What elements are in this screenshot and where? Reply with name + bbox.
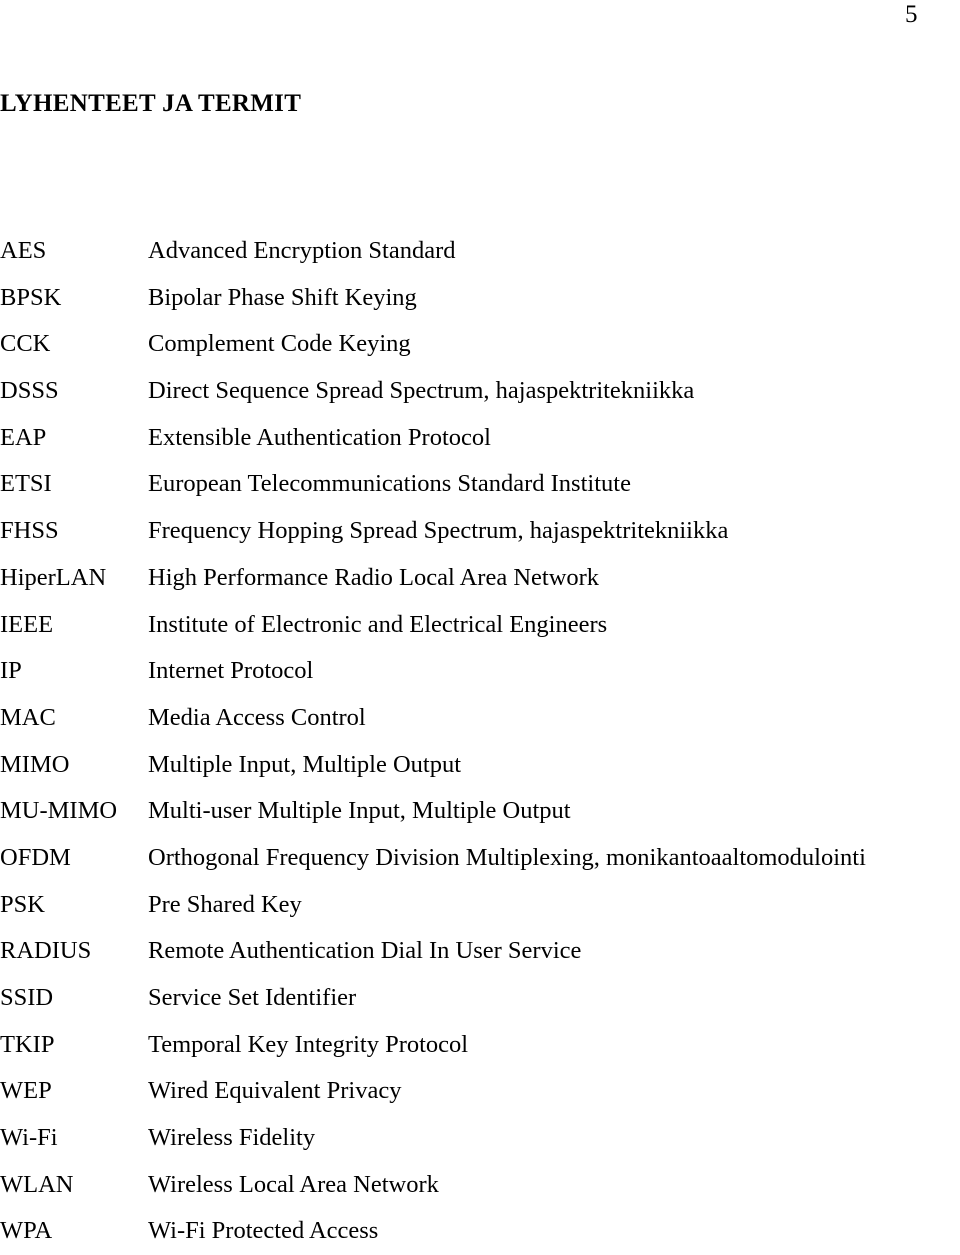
list-item: MU-MIMO Multi-user Multiple Input, Multi…: [0, 788, 960, 835]
glossary-term: FHSS: [0, 517, 59, 545]
glossary-definition: Advanced Encryption Standard: [148, 237, 456, 264]
glossary-term: MIMO: [0, 750, 70, 778]
glossary-term: BPSK: [0, 283, 62, 311]
glossary-definition: Wireless Local Area Network: [148, 1170, 439, 1198]
glossary-term: WLAN: [0, 1170, 74, 1198]
glossary-term: SSID: [0, 984, 54, 1011]
list-item: HiperLAN High Performance Radio Local Ar…: [0, 555, 960, 602]
glossary-definition: Orthogonal Frequency Division Multiplexi…: [148, 843, 866, 871]
glossary-definition: Institute of Electronic and Electrical E…: [148, 610, 608, 638]
glossary-definition: Direct Sequence Spread Spectrum, hajaspe…: [148, 377, 695, 405]
list-item: AES Advanced Encryption Standard: [0, 228, 960, 275]
list-item: Wi-Fi Wireless Fidelity: [0, 1115, 960, 1162]
glossary-term: TKIP: [0, 1030, 55, 1058]
glossary-term: AES: [0, 237, 47, 264]
glossary-definition: Temporal Key Integrity Protocol: [148, 1030, 469, 1058]
glossary-definition: Wireless Fidelity: [148, 1124, 316, 1152]
list-item: IP Internet Protocol: [0, 648, 960, 695]
glossary-term: IP: [0, 657, 22, 685]
list-item: FHSS Frequency Hopping Spread Spectrum, …: [0, 508, 960, 555]
glossary-term: WEP: [0, 1077, 52, 1105]
list-item: IEEE Institute of Electronic and Electri…: [0, 602, 960, 649]
glossary-definition: High Performance Radio Local Area Networ…: [148, 563, 600, 591]
glossary-definition: Extensible Authentication Protocol: [148, 423, 491, 451]
list-item: EAP Extensible Authentication Protocol: [0, 415, 960, 462]
list-item: MAC Media Access Control: [0, 695, 960, 742]
glossary-definition: Internet Protocol: [148, 657, 314, 685]
glossary-term: IEEE: [0, 610, 54, 638]
list-item: OFDM Orthogonal Frequency Division Multi…: [0, 835, 960, 882]
list-item: DSSS Direct Sequence Spread Spectrum, ha…: [0, 368, 960, 415]
glossary-term: OFDM: [0, 843, 71, 871]
glossary-definition: Remote Authentication Dial In User Servi…: [148, 937, 582, 965]
list-item: WEP Wired Equivalent Privacy: [0, 1068, 960, 1115]
glossary-term: MAC: [0, 703, 56, 731]
list-item: BPSK Bipolar Phase Shift Keying: [0, 275, 960, 322]
glossary-term: PSK: [0, 890, 45, 918]
glossary-definition: Multiple Input, Multiple Output: [148, 750, 462, 778]
glossary-term: RADIUS: [0, 937, 92, 965]
glossary-term: CCK: [0, 330, 51, 358]
list-item: WLAN Wireless Local Area Network: [0, 1162, 960, 1209]
glossary-term: EAP: [0, 423, 47, 451]
glossary-definition: Multi-user Multiple Input, Multiple Outp…: [148, 797, 571, 825]
glossary-definition: Wired Equivalent Privacy: [148, 1077, 402, 1105]
glossary-definition: Pre Shared Key: [148, 890, 302, 918]
list-item: CCK Complement Code Keying: [0, 321, 960, 368]
glossary-definition: Frequency Hopping Spread Spectrum, hajas…: [148, 517, 729, 545]
glossary-list: AES Advanced Encryption Standard BPSK Bi…: [0, 228, 960, 1255]
list-item: ETSI European Telecommunications Standar…: [0, 461, 960, 508]
list-item: MIMO Multiple Input, Multiple Output: [0, 742, 960, 789]
glossary-definition: European Telecommunications Standard Ins…: [148, 470, 631, 498]
page-number: 5: [905, 1, 918, 28]
list-item: SSID Service Set Identifier: [0, 975, 960, 1022]
glossary-definition: Media Access Control: [148, 703, 366, 731]
glossary-term: MU-MIMO: [0, 797, 118, 825]
glossary-term: HiperLAN: [0, 563, 107, 591]
list-item: TKIP Temporal Key Integrity Protocol: [0, 1022, 960, 1069]
glossary-term: Wi-Fi: [0, 1124, 58, 1152]
list-item: RADIUS Remote Authentication Dial In Use…: [0, 928, 960, 975]
glossary-term: DSSS: [0, 377, 59, 405]
glossary-definition: Bipolar Phase Shift Keying: [148, 283, 417, 311]
glossary-term: ETSI: [0, 470, 52, 498]
glossary-definition: Complement Code Keying: [148, 330, 411, 358]
glossary-definition: Service Set Identifier: [148, 984, 357, 1011]
list-item: PSK Pre Shared Key: [0, 882, 960, 929]
document-page: 5 LYHENTEET JA TERMIT AES Advanced Encry…: [0, 0, 960, 1244]
page-title: LYHENTEET JA TERMIT: [0, 90, 302, 117]
